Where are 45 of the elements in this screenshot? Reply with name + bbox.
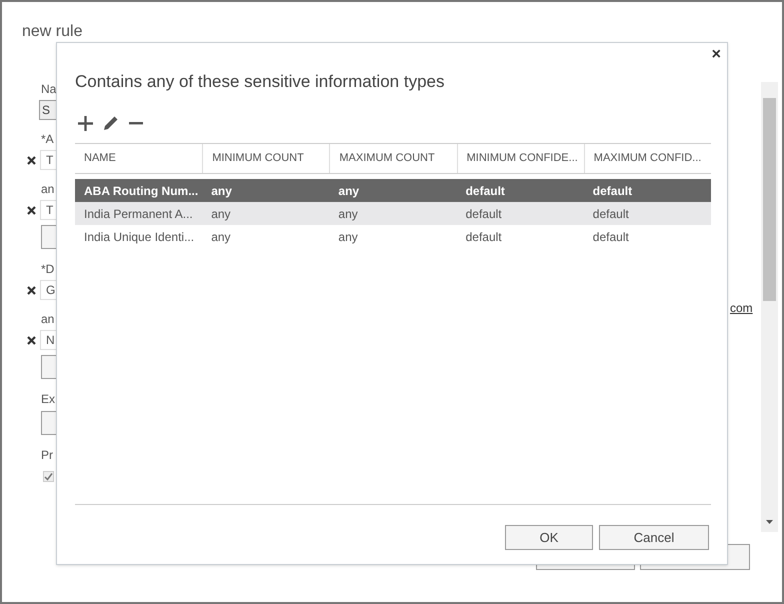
column-header[interactable]: MINIMUM CONFIDE... bbox=[456, 144, 584, 173]
table-cell-text: any bbox=[337, 206, 359, 222]
table-cell-text: any bbox=[210, 206, 232, 222]
table-cell-text: any bbox=[337, 228, 359, 246]
table-row[interactable]: ABA Routing Num... any any default default bbox=[75, 179, 711, 202]
close-button[interactable]: × bbox=[712, 47, 721, 63]
field-label: *D bbox=[41, 263, 54, 275]
checkbox[interactable] bbox=[43, 470, 54, 482]
field-label: an bbox=[41, 183, 54, 195]
table-cell-text: default bbox=[464, 206, 503, 222]
field-label: an bbox=[41, 313, 54, 325]
add-icon[interactable] bbox=[78, 116, 93, 130]
cancel-button[interactable]: Cancel bbox=[599, 525, 709, 550]
table-cell-text: any bbox=[210, 182, 233, 200]
field-label: Ex bbox=[41, 393, 56, 405]
field-label: Pr bbox=[41, 449, 53, 461]
table-cell-text: default bbox=[592, 182, 634, 200]
column-header[interactable]: NAME bbox=[75, 144, 202, 173]
ok-button[interactable]: OK bbox=[505, 525, 593, 550]
page-title: new rule bbox=[22, 23, 84, 40]
remove-icon[interactable] bbox=[27, 206, 36, 214]
remove-icon[interactable] bbox=[129, 122, 143, 124]
field-label: Na bbox=[41, 83, 56, 95]
table-cell-text: any bbox=[210, 228, 232, 246]
scroll-down-icon[interactable] bbox=[766, 520, 773, 524]
remove-icon[interactable] bbox=[27, 336, 36, 344]
table-cell-text: default bbox=[464, 182, 506, 200]
remove-icon[interactable] bbox=[27, 156, 36, 164]
field-label: *A bbox=[41, 133, 54, 145]
remove-icon[interactable] bbox=[27, 286, 36, 294]
edit-icon[interactable] bbox=[103, 115, 119, 131]
dialog-title: Contains any of these sensitive information types bbox=[75, 72, 444, 91]
table-cell-text: India Unique Identi... bbox=[83, 228, 196, 246]
column-header[interactable]: MAXIMUM CONFID... bbox=[584, 144, 711, 173]
table-cell-text: India Permanent A... bbox=[83, 206, 194, 222]
table-row[interactable]: India Permanent A... any any default default bbox=[75, 202, 711, 225]
scrollbar[interactable] bbox=[761, 82, 778, 532]
email-link[interactable]: com bbox=[730, 299, 753, 317]
table-cell-text: ABA Routing Num... bbox=[83, 182, 200, 200]
table-cell-text: default bbox=[464, 228, 503, 246]
table-cell-text: default bbox=[592, 206, 630, 222]
table-cell-text: default bbox=[592, 228, 630, 246]
column-header[interactable]: MINIMUM COUNT bbox=[202, 144, 330, 173]
column-header[interactable]: MAXIMUM COUNT bbox=[329, 144, 457, 173]
table-cell-text: any bbox=[337, 182, 360, 200]
